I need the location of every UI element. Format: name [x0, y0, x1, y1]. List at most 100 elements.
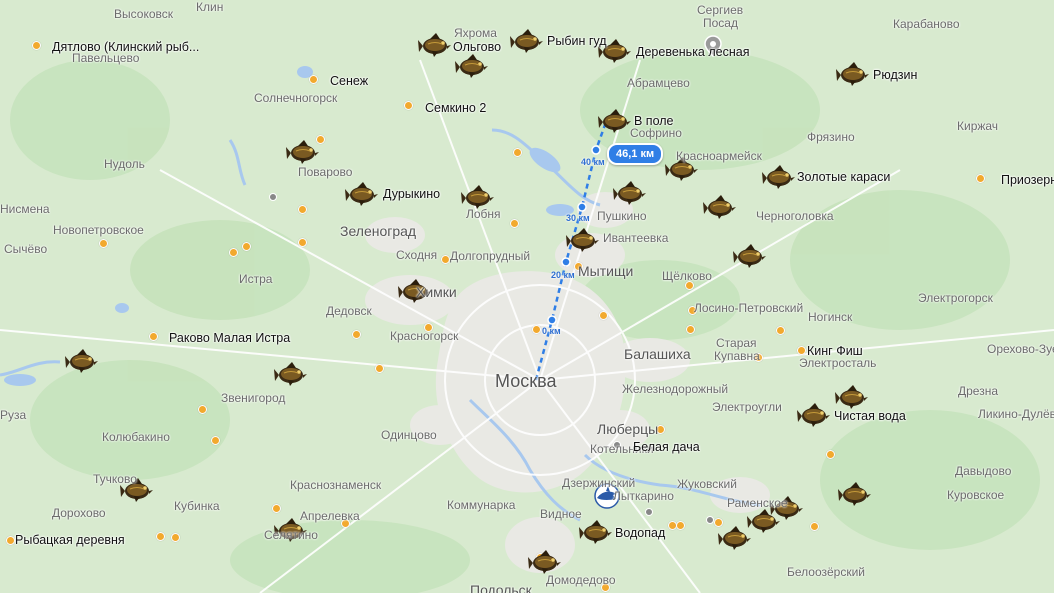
- fish-marker-icon[interactable]: [286, 138, 320, 166]
- town-label: Ногинск: [808, 310, 853, 324]
- fish-marker-icon[interactable]: [613, 179, 647, 207]
- town-label: Яхрома: [454, 26, 497, 40]
- fish-marker-icon[interactable]: [747, 507, 781, 535]
- poi-dot[interactable]: [156, 532, 165, 541]
- poi-dot[interactable]: [510, 219, 519, 228]
- town-label: Высоковск: [114, 7, 173, 21]
- fishing-spot-label[interactable]: Рюдзин: [873, 69, 917, 82]
- poi-dot[interactable]: [513, 148, 522, 157]
- poi-dot[interactable]: [149, 332, 158, 341]
- poi-dot[interactable]: [198, 405, 207, 414]
- fish-marker-icon[interactable]: [762, 163, 796, 191]
- fishing-spot-label[interactable]: Чистая вода: [834, 410, 906, 423]
- fishing-spot-label[interactable]: Дятлово (Клинский рыб...: [52, 41, 199, 54]
- poi-dot[interactable]: [6, 536, 15, 545]
- fish-marker-icon[interactable]: [510, 27, 544, 55]
- fish-marker-icon[interactable]: [718, 524, 752, 552]
- fishing-spot-label[interactable]: Деревенька лесная: [636, 46, 749, 59]
- town-label: Коммунарка: [447, 498, 516, 512]
- poi-dot[interactable]: [797, 346, 806, 355]
- fishing-spot-label[interactable]: Водопад: [615, 527, 665, 540]
- fish-marker-icon[interactable]: [598, 107, 632, 135]
- poi-dot[interactable]: [810, 522, 819, 531]
- fish-marker-icon[interactable]: [703, 193, 737, 221]
- town-label: Солнечногорск: [254, 91, 338, 105]
- town-label: Дорохово: [52, 506, 106, 520]
- town-label: Купавна: [714, 349, 760, 363]
- poi-dot[interactable]: [532, 325, 541, 334]
- poi-dot[interactable]: [599, 311, 608, 320]
- town-label: Черноголовка: [756, 209, 834, 223]
- town-label: Сергиев: [697, 3, 744, 17]
- poi-dot[interactable]: [976, 174, 985, 183]
- town-label: Жуковский: [677, 477, 737, 491]
- poi-dot[interactable]: [171, 533, 180, 542]
- fish-marker-icon[interactable]: [836, 60, 870, 88]
- city-label: Балашиха: [624, 346, 691, 362]
- poi-dot[interactable]: [272, 504, 281, 513]
- fishing-spot-label[interactable]: Золотые караси: [797, 171, 890, 184]
- city-label: Зеленоград: [340, 223, 417, 239]
- poi-gray-dot[interactable]: [269, 193, 277, 201]
- town-label: Клин: [196, 0, 224, 14]
- poi-dot[interactable]: [309, 75, 318, 84]
- fishing-spot-label[interactable]: Сенеж: [330, 75, 368, 88]
- poi-dot[interactable]: [242, 242, 251, 251]
- town-label: Дрезна: [958, 384, 999, 398]
- map-view[interactable]: 46,1 км 0 км 20 км 30 км 40 км Высоковск…: [0, 0, 1054, 593]
- poi-dot[interactable]: [32, 41, 41, 50]
- town-label: Мытищи: [578, 263, 634, 279]
- fishing-spot-label[interactable]: Дурыкино: [383, 188, 440, 201]
- town-label: Домодедово: [546, 573, 616, 587]
- fishing-spot-label[interactable]: Семкино 2: [425, 102, 486, 115]
- map-background: [0, 0, 1054, 593]
- fish-marker-icon[interactable]: [579, 518, 613, 546]
- fishing-spot-label[interactable]: Кинг Фиш: [807, 345, 863, 358]
- fish-marker-icon[interactable]: [733, 242, 767, 270]
- fishing-spot-label[interactable]: Белая дача: [633, 441, 700, 454]
- fish-marker-icon[interactable]: [274, 360, 308, 388]
- town-label: Фрязино: [807, 130, 855, 144]
- poi-dot[interactable]: [229, 248, 238, 257]
- fishing-spot-label[interactable]: В поле: [634, 115, 674, 128]
- fish-marker-icon[interactable]: [455, 52, 489, 80]
- fish-marker-icon[interactable]: [566, 226, 600, 254]
- fishing-spot-label[interactable]: Рыбацкая деревня: [15, 534, 125, 547]
- town-label: Руза: [0, 408, 27, 422]
- poi-dot[interactable]: [676, 521, 685, 530]
- fish-marker-icon[interactable]: [835, 383, 869, 411]
- town-label: Звенигород: [221, 391, 286, 405]
- poi-dot[interactable]: [298, 238, 307, 247]
- distance-badge[interactable]: 46,1 км: [607, 143, 664, 165]
- town-label: Старая: [716, 336, 757, 350]
- fish-marker-icon[interactable]: [838, 480, 872, 508]
- town-label: Электроугли: [712, 400, 782, 414]
- town-label: Дзержинский: [562, 476, 636, 490]
- town-label: Новопетровское: [53, 223, 144, 237]
- fish-marker-icon[interactable]: [65, 347, 99, 375]
- poi-dot[interactable]: [441, 255, 450, 264]
- fish-marker-icon[interactable]: [418, 31, 452, 59]
- fish-marker-icon[interactable]: [528, 548, 562, 576]
- fish-marker-icon[interactable]: [797, 401, 831, 429]
- fishing-spot-label[interactable]: Рыбин гуд: [547, 35, 607, 48]
- poi-dot[interactable]: [776, 326, 785, 335]
- town-label: Колюбакино: [102, 430, 170, 444]
- fishing-spot-label[interactable]: Ольгово: [453, 41, 501, 54]
- poi-dot[interactable]: [298, 205, 307, 214]
- fishing-spot-label[interactable]: Раково Малая Истра: [169, 332, 290, 345]
- poi-dot[interactable]: [404, 101, 413, 110]
- fishing-spot-label[interactable]: Приозерн: [1001, 174, 1054, 187]
- town-label: Лобня: [466, 207, 501, 221]
- poi-dot[interactable]: [686, 325, 695, 334]
- poi-gray-dot[interactable]: [706, 516, 714, 524]
- town-label: Давыдово: [955, 464, 1012, 478]
- route-tick-label: 20 км: [551, 270, 575, 280]
- poi-dot[interactable]: [352, 330, 361, 339]
- poi-dot[interactable]: [211, 436, 220, 445]
- fish-marker-icon[interactable]: [345, 180, 379, 208]
- poi-dot[interactable]: [99, 239, 108, 248]
- poi-gray-dot[interactable]: [645, 508, 653, 516]
- poi-dot[interactable]: [826, 450, 835, 459]
- poi-dot[interactable]: [375, 364, 384, 373]
